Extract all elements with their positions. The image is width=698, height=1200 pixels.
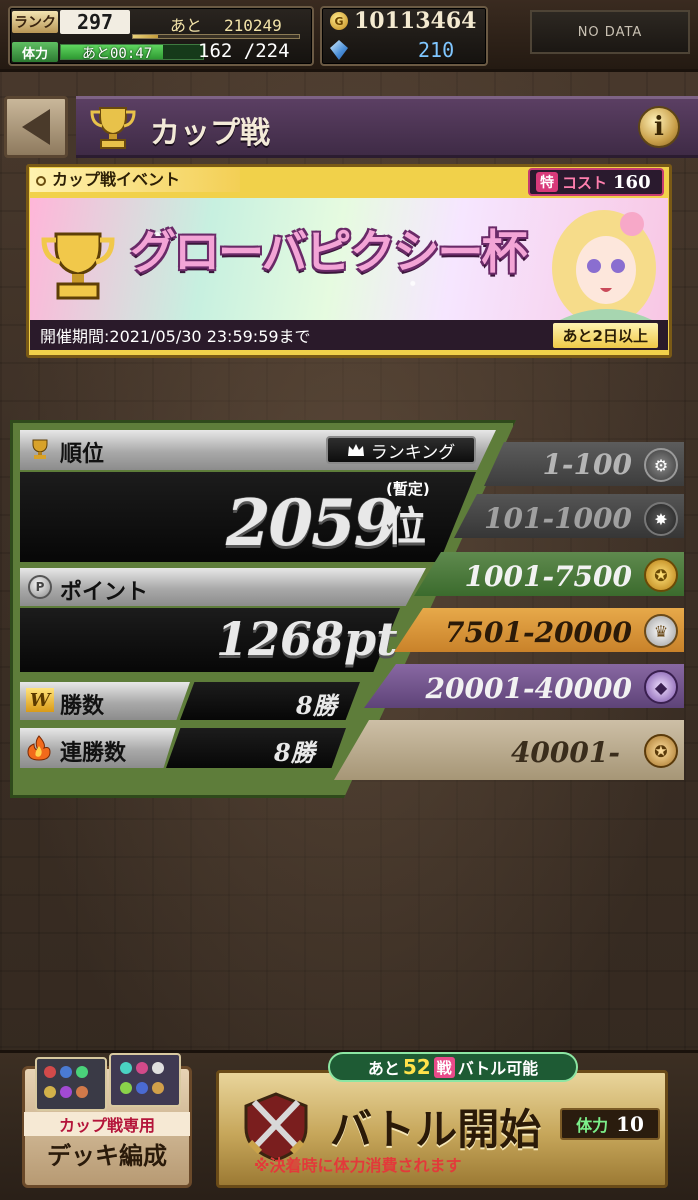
event-remaining-badge: あと2日以上 (552, 322, 658, 348)
bronze-medal-icon: ✪ (644, 734, 678, 768)
tier-range-4: 7501-20000 (445, 616, 632, 649)
ranking-button[interactable]: ランキング (326, 436, 476, 464)
exp-progress-fill (133, 35, 158, 38)
battles-remaining-count: 52 (402, 1055, 431, 1079)
deck-button-title: デッキ編成 (47, 1142, 167, 1170)
deck-button-subtitle: カップ戦専用 (24, 1112, 190, 1136)
ranking-button-label: ランキング (370, 442, 456, 463)
event-title: グローバピクシー杯 (130, 225, 528, 279)
gold-medal-icon: ✪ (644, 558, 678, 592)
shield-medal-icon: ♛ (644, 614, 678, 648)
event-footer: 開催期間:2021/05/30 23:59:59まで あと2日以上 (30, 320, 668, 350)
event-period: 開催期間:2021/05/30 23:59:59まで (40, 327, 311, 346)
back-arrow-icon (22, 109, 50, 145)
stamina-label: 体力 (12, 42, 58, 62)
tier-range-3: 1001-7500 (464, 560, 632, 593)
coin-value: 10113464 (354, 8, 477, 34)
battles-remaining-banner: あと 52 戦 バトル可能 (328, 1052, 578, 1082)
rank-trophy-icon (32, 439, 48, 459)
streak-label: 連勝数 (60, 741, 127, 766)
exp-remaining-value: 210249 (224, 16, 282, 35)
gem-value: 210 (418, 38, 455, 62)
wins-value: 8勝 (296, 691, 337, 720)
stamina-value: 162 /224 (198, 40, 290, 62)
wins-icon: W (26, 688, 54, 712)
battle-cost-value: 10 (616, 1112, 644, 1136)
battle-cost-note: ※決着時に体力消費されます (254, 1156, 462, 1175)
exp-remaining-label: あと (170, 16, 203, 35)
dark-medal-icon: ✸ (644, 502, 678, 536)
tier-range-1: 1-100 (542, 448, 632, 481)
point-label: ポイント (60, 580, 149, 605)
battles-suffix: バトル可能 (457, 1059, 539, 1078)
cost-label: コスト (562, 173, 608, 192)
flame-icon (27, 735, 51, 761)
tier-range-6: 40001- (510, 736, 620, 769)
rank-suffix: 位 (386, 504, 426, 550)
rank-label: 順位 (60, 442, 105, 467)
event-tag: カップ戦イベント (30, 168, 240, 192)
tier-row (334, 720, 684, 780)
crown-icon (347, 444, 364, 456)
trophy-icon (90, 107, 136, 149)
tier-range-5: 20001-40000 (425, 672, 632, 705)
deck-cards-icon (35, 1053, 181, 1111)
point-value: 1268pt (216, 612, 398, 666)
page-title: カップ戦 (150, 116, 270, 151)
tier-range-2: 101-1000 (484, 502, 632, 535)
pixie-character-art (552, 210, 656, 320)
exp-remaining: あと 210249 (140, 12, 305, 36)
stamina-timer: あと00:47 (82, 46, 153, 62)
battle-cost-label: 体力 (576, 1116, 609, 1135)
streak-value-box (166, 728, 346, 768)
purple-medal-icon: ◆ (644, 670, 678, 704)
cost-badge: 特 コスト 160 (528, 168, 664, 196)
rank-value: 297 (60, 10, 130, 34)
battles-unit: 戦 (433, 1056, 455, 1078)
rank-label: ランク (12, 11, 58, 33)
gear-medal-icon: ⚙ (644, 448, 678, 482)
exp-progress-bar (132, 34, 300, 39)
coin-icon: G (330, 12, 348, 30)
battle-cost: 体力 10 (560, 1108, 660, 1140)
battles-prefix: あと (367, 1059, 400, 1078)
point-coin-icon: P (28, 575, 52, 599)
cost-value: 160 (613, 171, 651, 193)
special-mark-icon: 特 (536, 172, 558, 192)
back-button[interactable] (4, 96, 68, 158)
profile-placeholder[interactable]: NO DATA (530, 10, 690, 54)
wins-label: 勝数 (60, 694, 105, 719)
streak-value: 8勝 (274, 738, 315, 767)
event-tag-bullet-icon (36, 176, 46, 186)
info-button[interactable]: i (638, 106, 680, 148)
battle-start-label: バトル開始 (330, 1105, 542, 1154)
rank-value: 2059 (226, 486, 398, 561)
banner-trophy-icon (41, 232, 115, 300)
